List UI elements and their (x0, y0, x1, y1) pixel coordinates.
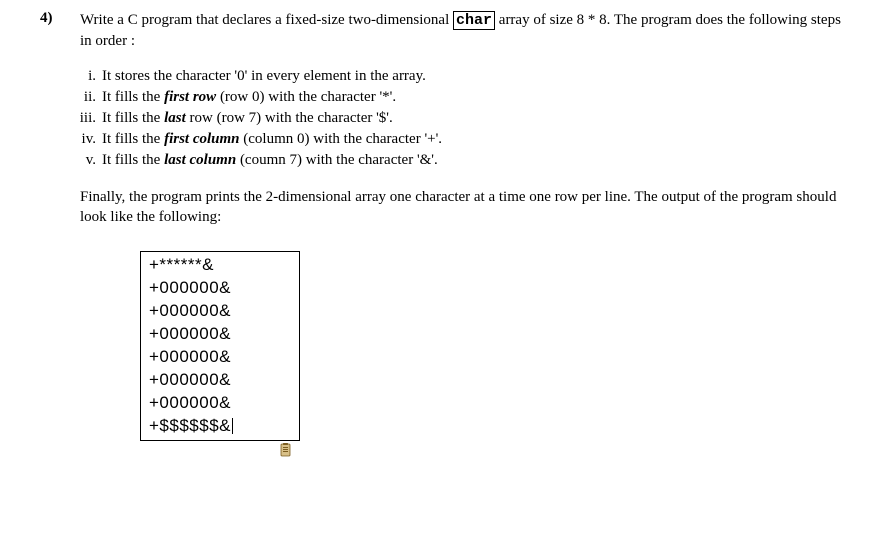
step-pre: It fills the (102, 131, 164, 147)
step-post: (coumn 7) with the character '&'. (236, 152, 438, 168)
boxed-char-word: char (453, 11, 495, 30)
step-pre: It fills the (102, 110, 164, 126)
step-pre: It fills the (102, 152, 164, 168)
output-line: +000000& (149, 392, 291, 415)
step-pre: It fills the (102, 89, 164, 105)
step-item: iv. It fills the first column (column 0)… (70, 129, 841, 150)
step-item: i. It stores the character '0' in every … (70, 66, 841, 87)
paste-options-icon[interactable] (278, 442, 294, 458)
steps-list: i. It stores the character '0' in every … (70, 66, 841, 171)
step-numeral: i. (70, 66, 96, 87)
step-pre: It stores the character '0' in every ele… (102, 68, 426, 84)
question-number: 4) (40, 10, 68, 52)
step-item: ii. It fills the first row (row 0) with … (70, 87, 841, 108)
step-post: (row 0) with the character '*'. (216, 89, 396, 105)
output-last-line-wrapper: +$$$$$$& (149, 415, 291, 438)
intro-pre: Write a C program that declares a fixed-… (80, 12, 453, 28)
output-line: +000000& (149, 369, 291, 392)
step-bold: first row (164, 89, 216, 105)
step-post: row (row 7) with the character '$'. (186, 110, 393, 126)
step-item: v. It fills the last column (coumn 7) wi… (70, 150, 841, 171)
question-intro: Write a C program that declares a fixed-… (80, 10, 841, 52)
step-post: (column 0) with the character '+'. (240, 131, 443, 147)
step-item: iii. It fills the last row (row 7) with … (70, 108, 841, 129)
step-bold: last (164, 110, 186, 126)
output-line: +******& (149, 254, 291, 277)
question-header: 4) Write a C program that declares a fix… (40, 10, 841, 52)
text-cursor-icon (232, 418, 233, 434)
step-numeral: iv. (70, 129, 96, 150)
step-numeral: ii. (70, 87, 96, 108)
output-line: +000000& (149, 300, 291, 323)
step-numeral: v. (70, 150, 96, 171)
expected-output-box: +******& +000000& +000000& +000000& +000… (140, 251, 300, 441)
output-line: +$$$$$$& (149, 416, 231, 435)
step-numeral: iii. (70, 108, 96, 129)
output-line: +000000& (149, 323, 291, 346)
output-line: +000000& (149, 346, 291, 369)
step-bold: first column (164, 131, 239, 147)
output-line: +000000& (149, 277, 291, 300)
step-bold: last column (164, 152, 236, 168)
final-paragraph: Finally, the program prints the 2-dimens… (80, 187, 841, 228)
